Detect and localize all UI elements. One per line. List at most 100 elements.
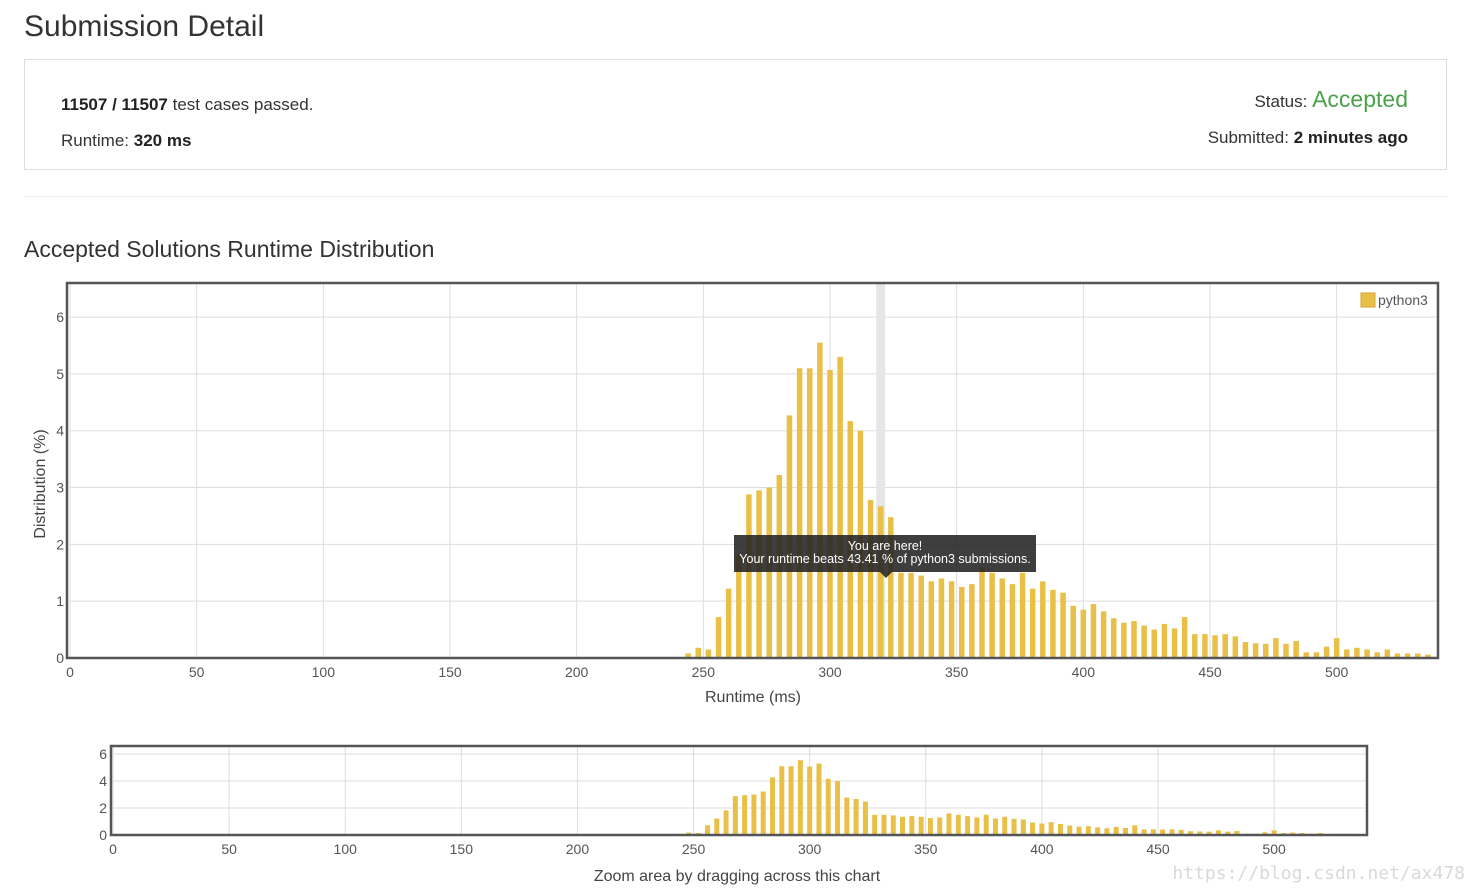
status-value[interactable]: Accepted: [1312, 86, 1408, 112]
navigator-bar[interactable]: [844, 797, 850, 835]
navigator-bar[interactable]: [927, 818, 933, 835]
bar[interactable]: [948, 581, 955, 658]
navigator-bar[interactable]: [1002, 816, 1008, 835]
navigator-bar[interactable]: [1039, 823, 1045, 835]
navigator-bar[interactable]: [1020, 819, 1026, 835]
bar[interactable]: [898, 572, 904, 658]
navigator-bar[interactable]: [918, 816, 924, 835]
navigator-bar[interactable]: [1132, 825, 1138, 835]
bar[interactable]: [1060, 592, 1066, 658]
navigator-bar[interactable]: [825, 778, 831, 835]
bar[interactable]: [1364, 649, 1370, 658]
bar[interactable]: [938, 578, 945, 658]
navigator-bar[interactable]: [909, 816, 915, 835]
bar[interactable]: [1212, 635, 1218, 658]
bar[interactable]: [715, 617, 722, 658]
navigator-bar[interactable]: [853, 798, 859, 835]
bar[interactable]: [1344, 649, 1350, 658]
bar[interactable]: [796, 368, 803, 658]
navigator-bar[interactable]: [816, 763, 822, 835]
bar[interactable]: [989, 572, 995, 658]
bar[interactable]: [1090, 604, 1097, 658]
navigator-bar[interactable]: [955, 814, 961, 835]
navigator-bar[interactable]: [714, 818, 720, 835]
bar[interactable]: [928, 581, 935, 658]
bar[interactable]: [746, 494, 752, 658]
bar[interactable]: [1293, 640, 1299, 658]
navigator-bar[interactable]: [1076, 826, 1082, 835]
bar[interactable]: [1009, 584, 1016, 658]
bar[interactable]: [1151, 629, 1158, 658]
bar[interactable]: [1192, 634, 1198, 658]
bar[interactable]: [817, 342, 823, 658]
bar[interactable]: [827, 369, 833, 658]
navigator-bar[interactable]: [992, 818, 998, 835]
runtime-distribution-chart[interactable]: 0 50 100 150 200 250 300 350 400 450 500 0 1 2 3 4 5 6 R…: [0, 270, 1475, 715]
navigator-bar[interactable]: [751, 794, 757, 835]
bar[interactable]: [1121, 622, 1127, 658]
bar[interactable]: [1161, 623, 1168, 658]
bar[interactable]: [1323, 646, 1330, 658]
bar[interactable]: [918, 575, 924, 658]
bar[interactable]: [999, 578, 1006, 658]
navigator-bar[interactable]: [965, 816, 971, 835]
navigator-bar[interactable]: [872, 814, 878, 835]
bar[interactable]: [867, 500, 874, 658]
navigator-bar[interactable]: [1048, 822, 1054, 835]
bar[interactable]: [1100, 611, 1107, 658]
navigator-bar[interactable]: [723, 810, 729, 835]
navigator-bar[interactable]: [946, 813, 952, 835]
navigator-bar[interactable]: [890, 815, 896, 835]
navigator-bar[interactable]: [779, 766, 785, 835]
bar[interactable]: [1283, 643, 1289, 658]
bar[interactable]: [1384, 649, 1391, 658]
legend[interactable]: python3: [1360, 292, 1428, 308]
navigator-bar[interactable]: [742, 795, 748, 835]
bar[interactable]: [979, 567, 985, 658]
bar[interactable]: [1232, 636, 1239, 658]
navigator-bar[interactable]: [881, 814, 887, 835]
bar[interactable]: [1040, 581, 1046, 658]
navigator-bar[interactable]: [835, 781, 841, 835]
navigator-bar[interactable]: [788, 766, 794, 835]
navigator-bar[interactable]: [770, 777, 776, 835]
bar[interactable]: [1080, 609, 1087, 658]
bar[interactable]: [1070, 605, 1076, 658]
navigator-bar[interactable]: [974, 817, 980, 835]
bar[interactable]: [1273, 638, 1279, 658]
bar[interactable]: [806, 368, 813, 658]
navigator-bar[interactable]: [760, 791, 766, 835]
bar[interactable]: [1333, 638, 1340, 658]
bar[interactable]: [877, 506, 884, 658]
bar[interactable]: [969, 584, 975, 658]
bar[interactable]: [1141, 625, 1147, 658]
navigator-bar[interactable]: [1011, 818, 1017, 835]
bar[interactable]: [1019, 572, 1026, 658]
bar[interactable]: [766, 487, 772, 658]
navigator-bar[interactable]: [1030, 822, 1036, 835]
bar[interactable]: [958, 586, 965, 658]
bar[interactable]: [725, 588, 732, 658]
bar[interactable]: [1222, 634, 1228, 658]
bar[interactable]: [1242, 642, 1249, 658]
navigator-bar[interactable]: [983, 814, 989, 835]
bar[interactable]: [1262, 643, 1269, 658]
bar[interactable]: [1354, 647, 1360, 658]
navigator-bar[interactable]: [807, 766, 813, 835]
bar[interactable]: [756, 490, 762, 658]
navigator-bar[interactable]: [797, 760, 803, 835]
bar[interactable]: [1050, 589, 1056, 658]
bar[interactable]: [695, 647, 702, 658]
bar[interactable]: [1171, 628, 1178, 658]
navigator-bar[interactable]: [732, 796, 738, 835]
bar[interactable]: [908, 572, 914, 658]
navigator-bar[interactable]: [862, 801, 868, 835]
bar[interactable]: [1181, 617, 1188, 658]
bar[interactable]: [1110, 618, 1117, 658]
navigator-bar[interactable]: [1057, 823, 1063, 835]
bar[interactable]: [837, 356, 843, 658]
navigator-bar[interactable]: [704, 825, 710, 835]
navigator-bar[interactable]: [937, 817, 943, 835]
bar[interactable]: [1202, 634, 1208, 658]
navigator-bar[interactable]: [1085, 826, 1091, 835]
